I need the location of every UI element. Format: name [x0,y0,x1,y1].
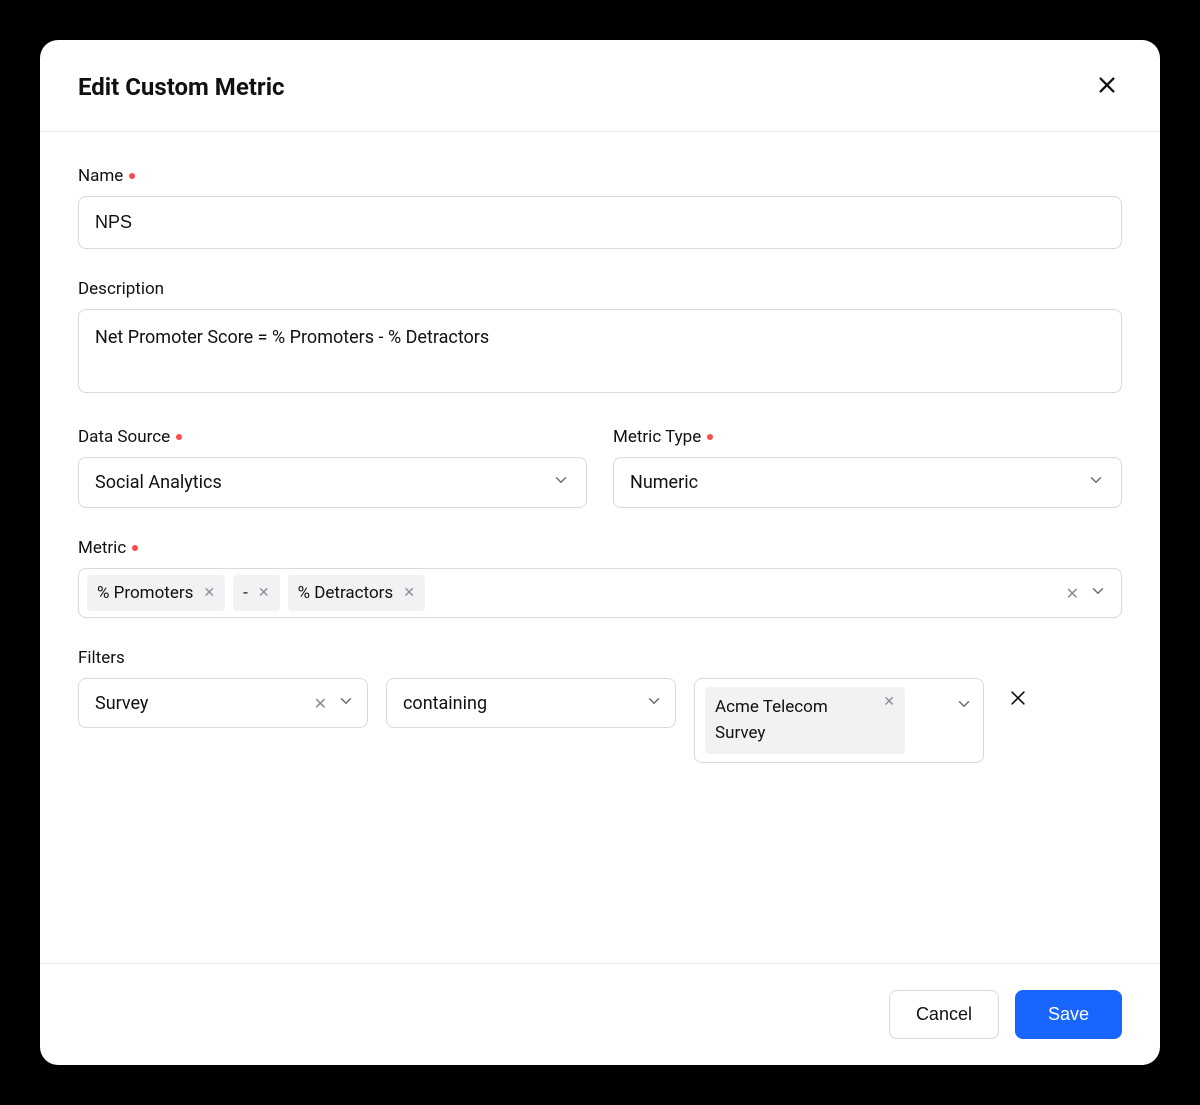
filter-condition-value: containing [403,693,487,714]
required-indicator [129,173,135,179]
metric-chips-input[interactable]: % Promoters ✕ - ✕ % Detractors ✕ ✕ [78,568,1122,618]
name-group: Name [78,166,1122,249]
modal-title: Edit Custom Metric [78,73,285,101]
data-source-select[interactable]: Social Analytics [78,457,587,508]
name-label-text: Name [78,166,123,186]
name-label: Name [78,166,1122,186]
metric-group: Metric % Promoters ✕ - ✕ % Detractors ✕ [78,538,1122,618]
data-source-label-text: Data Source [78,427,170,447]
metric-chip: % Promoters ✕ [87,575,225,611]
metric-label-text: Metric [78,538,126,558]
required-indicator [132,545,138,551]
close-icon [1096,74,1118,99]
filter-value-chip: Acme Telecom Survey ✕ [705,687,905,754]
metric-type-group: Metric Type Numeric [613,427,1122,508]
filter-field-select[interactable]: Survey ✕ [78,678,368,728]
name-input[interactable] [78,196,1122,249]
filters-label-text: Filters [78,648,125,668]
modal-header: Edit Custom Metric [40,40,1160,132]
filter-row: Survey ✕ containing [78,678,1122,763]
metric-chips: % Promoters ✕ - ✕ % Detractors ✕ [87,575,425,611]
chip-label: - [243,583,248,603]
metric-type-select[interactable]: Numeric [613,457,1122,508]
required-indicator [707,434,713,440]
close-icon [1008,688,1028,711]
filter-value-select[interactable]: Acme Telecom Survey ✕ [694,678,984,763]
data-source-label: Data Source [78,427,587,447]
data-source-group: Data Source Social Analytics [78,427,587,508]
filter-field-value: Survey [95,693,148,714]
chip-label: % Promoters [97,583,193,603]
chevron-down-icon [1087,471,1105,494]
filter-condition-select[interactable]: containing [386,678,676,728]
remove-filter-button[interactable] [1002,678,1034,721]
chip-remove-icon[interactable]: ✕ [203,586,215,600]
modal-footer: Cancel Save [40,963,1160,1065]
required-indicator [176,434,182,440]
description-input[interactable]: Net Promoter Score = % Promoters - % Det… [78,309,1122,393]
description-group: Description Net Promoter Score = % Promo… [78,279,1122,397]
chevron-down-icon [552,471,570,494]
filter-value-text: Acme Telecom Survey [715,695,873,746]
chevron-down-icon[interactable] [1089,582,1107,605]
data-source-value: Social Analytics [95,472,222,493]
chip-label: % Detractors [298,583,394,603]
chip-remove-icon[interactable]: ✕ [403,586,415,600]
clear-all-icon[interactable]: ✕ [1066,584,1079,603]
metric-type-value: Numeric [630,472,698,493]
metric-chip: % Detractors ✕ [288,575,425,611]
edit-custom-metric-modal: Edit Custom Metric Name Description Net … [40,40,1160,1065]
cancel-button[interactable]: Cancel [889,990,999,1039]
metric-type-label-text: Metric Type [613,427,701,447]
metric-label: Metric [78,538,1122,558]
chevron-down-icon [645,692,663,714]
metric-chip: - ✕ [233,575,279,611]
description-label-text: Description [78,279,164,299]
modal-body: Name Description Net Promoter Score = % … [40,132,1160,963]
clear-icon[interactable]: ✕ [314,694,327,713]
chip-remove-icon[interactable]: ✕ [883,695,895,709]
metric-type-label: Metric Type [613,427,1122,447]
description-label: Description [78,279,1122,299]
filters-group: Filters Survey ✕ containing [78,648,1122,763]
close-button[interactable] [1092,70,1122,103]
chip-remove-icon[interactable]: ✕ [258,586,270,600]
filters-label: Filters [78,648,1122,668]
chevron-down-icon [955,695,973,717]
save-button[interactable]: Save [1015,990,1122,1039]
chevron-down-icon [337,692,355,714]
